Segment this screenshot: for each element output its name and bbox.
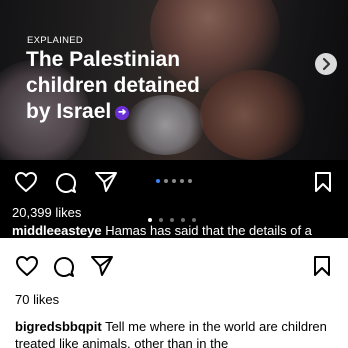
comment-button[interactable] [52, 255, 76, 284]
carousel-dot [192, 218, 196, 222]
bookmark-icon [315, 172, 331, 192]
carousel-dot [180, 179, 184, 183]
carousel-dot [170, 218, 174, 222]
carousel-dot [156, 179, 160, 183]
send-icon [91, 256, 113, 276]
carousel-dot [181, 218, 185, 222]
like-button[interactable] [14, 171, 38, 198]
caption-text: Hamas has said that the details of a [105, 223, 312, 238]
carousel-dot [188, 179, 192, 183]
bookmark-icon [314, 256, 330, 276]
next-image-button[interactable] [315, 53, 337, 75]
caption: bigredsbbqpit Tell me where in the world… [15, 318, 340, 348]
heart-icon [16, 256, 38, 276]
heart-icon [15, 172, 37, 192]
send-icon [95, 172, 117, 192]
save-button[interactable] [313, 171, 333, 198]
caption: middleeasteye Hamas has said that the de… [12, 223, 348, 238]
carousel-dot [172, 179, 176, 183]
comment-button[interactable] [54, 171, 78, 200]
comment-icon [56, 172, 76, 193]
share-button[interactable] [94, 171, 118, 198]
arrow-right-icon: ➜ [115, 106, 130, 120]
chevron-right-icon [322, 57, 331, 71]
caption-username[interactable]: bigredsbbqpit [15, 319, 102, 334]
save-button[interactable] [312, 255, 332, 282]
comment-icon [54, 256, 74, 277]
caption-username[interactable]: middleeasteye [12, 223, 102, 238]
carousel-dot [164, 179, 168, 183]
headline-text: The Palestinian children detained by Isr… [26, 48, 200, 123]
like-button[interactable] [15, 255, 39, 282]
share-button[interactable] [90, 255, 114, 282]
carousel-dot [159, 218, 163, 222]
image-carousel-indicator [156, 179, 196, 185]
carousel-dot [148, 218, 152, 222]
explained-tag: EXPLAINED [27, 35, 84, 46]
post-image[interactable]: EXPLAINED The Palestinian children detai… [0, 0, 348, 160]
like-count: 70 likes [15, 292, 60, 307]
image-headline: The Palestinian children detained by Isr… [26, 47, 226, 125]
like-count: 20,399 likes [12, 205, 82, 220]
post-1: EXPLAINED The Palestinian children detai… [0, 0, 348, 238]
